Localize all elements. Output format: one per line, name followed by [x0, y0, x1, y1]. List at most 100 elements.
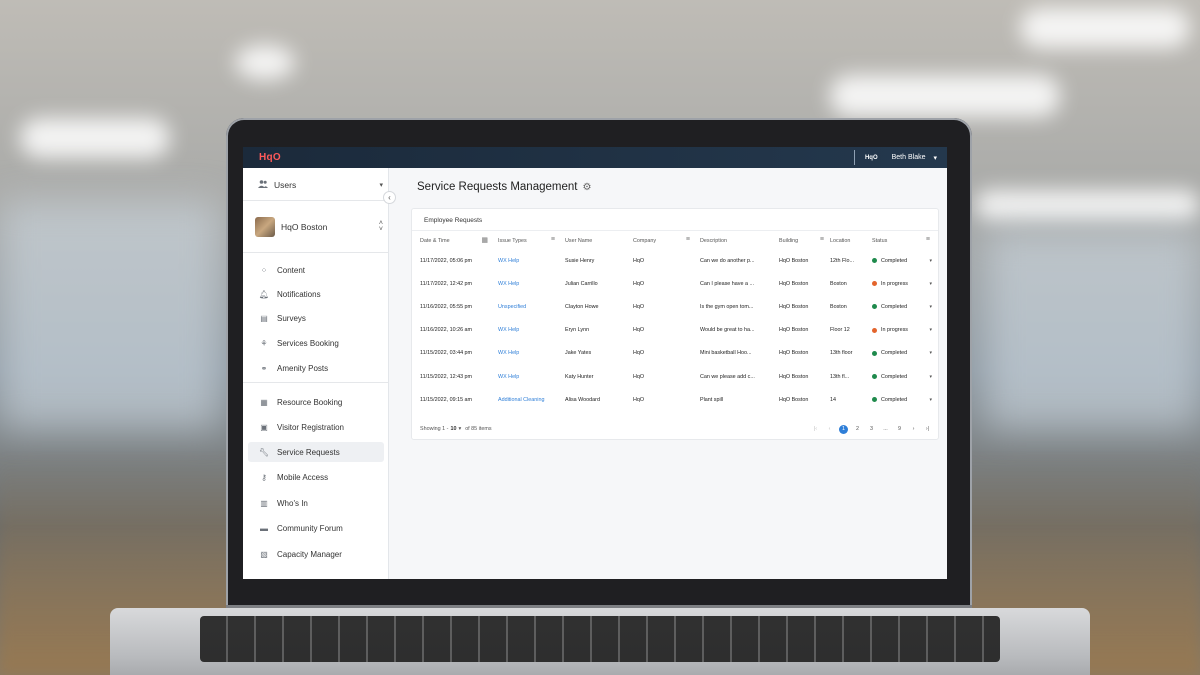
- wrench-icon: 🔧︎: [258, 447, 270, 457]
- main-content: Service Requests Management ⚙ Employee R…: [389, 168, 947, 579]
- sidebar-item-label: Notifications: [277, 289, 321, 299]
- column-label: User Name: [565, 238, 593, 244]
- sidebar: Users ▾ HqO Boston ˄ ˅ ⁘ Content 🔔︎ Notif…: [243, 168, 389, 579]
- table-row[interactable]: 11/15/2022, 12:43 pm WX Help Katy Hunter…: [416, 365, 936, 388]
- sidebar-item-label: Community Forum: [277, 523, 343, 533]
- status-label: In progress: [881, 327, 908, 334]
- cell-status[interactable]: Completed ▾: [868, 388, 936, 411]
- cell-description: Would be great to ha...: [700, 327, 755, 334]
- sidebar-item-services-booking[interactable]: ⚘ Services Booking: [248, 333, 384, 353]
- cell-status[interactable]: In progress ▾: [868, 319, 936, 342]
- sidebar-item-visitor-registration[interactable]: ▣ Visitor Registration: [248, 417, 384, 437]
- sidebar-item-resource-booking[interactable]: ▦ Resource Booking: [248, 392, 384, 412]
- user-name[interactable]: Beth Blake: [892, 154, 926, 161]
- cell-building: HqO Boston: [779, 303, 809, 310]
- cell-status[interactable]: In progress ▾: [868, 272, 936, 295]
- cell-location: Floor 12: [830, 327, 850, 334]
- column-header-building[interactable]: Building ≡: [775, 233, 826, 249]
- users-icon: [258, 180, 268, 190]
- gear-icon[interactable]: ⚙: [582, 182, 591, 193]
- building-selector[interactable]: HqO Boston ˄ ˅: [255, 214, 383, 240]
- chevron-down-icon[interactable]: ▾: [458, 426, 461, 432]
- cell-date: 11/17/2022, 12:42 pm: [420, 280, 473, 287]
- cell-issue-type[interactable]: WX Help: [494, 319, 561, 342]
- table-row[interactable]: 11/16/2022, 05:55 pm Unspecified Clayton…: [416, 295, 936, 318]
- column-header-issue-types[interactable]: Issue Types ≡: [494, 233, 561, 249]
- chevron-down-icon[interactable]: ▾: [929, 258, 932, 264]
- sidebar-item-whos-in[interactable]: ▥ Who's In: [248, 493, 384, 513]
- sidebar-item-mobile-access[interactable]: ⚷ Mobile Access: [248, 467, 384, 487]
- chevron-down-icon[interactable]: ▾: [933, 154, 937, 162]
- sidebar-item-capacity-manager[interactable]: ▧ Capacity Manager: [248, 544, 384, 564]
- next-page-icon[interactable]: ›: [909, 425, 918, 434]
- column-label: Description: [700, 238, 727, 244]
- table-row[interactable]: 11/15/2022, 09:15 am Additional Cleaning…: [416, 388, 936, 411]
- cell-issue-type[interactable]: WX Help: [494, 249, 561, 272]
- divider: [243, 382, 389, 383]
- chevron-down-icon[interactable]: ▾: [929, 350, 932, 356]
- column-header-status[interactable]: Status ≡: [868, 233, 936, 249]
- cell-company: HqO: [633, 373, 645, 380]
- cell-issue-type[interactable]: Additional Cleaning: [494, 388, 561, 411]
- sidebar-item-content[interactable]: ⁘ Content: [248, 260, 384, 280]
- key-icon: ⚷: [261, 472, 267, 482]
- sidebar-item-service-requests[interactable]: 🔧︎ Service Requests: [248, 442, 384, 462]
- grid-icon: ⁘: [260, 265, 268, 275]
- status-label: In progress: [881, 280, 908, 287]
- chevron-down-icon[interactable]: ▾: [929, 327, 932, 333]
- sidebar-item-label: Service Requests: [277, 447, 340, 457]
- cell-issue-type[interactable]: Unspecified: [494, 295, 561, 318]
- filter-icon[interactable]: ≡: [926, 236, 930, 243]
- column-header-user-name[interactable]: User Name: [561, 233, 629, 249]
- cell-status[interactable]: Completed ▾: [868, 295, 936, 318]
- first-page-icon[interactable]: |‹: [811, 425, 820, 434]
- last-page-icon[interactable]: ›|: [923, 425, 932, 434]
- column-label: Building: [779, 238, 799, 244]
- page-size-select[interactable]: 10: [450, 426, 456, 432]
- table-row[interactable]: 11/17/2022, 05:06 pm WX Help Susie Henry…: [416, 249, 936, 272]
- sidebar-item-amenity-posts[interactable]: ⚭ Amenity Posts: [248, 358, 384, 378]
- chevron-down-icon[interactable]: ▾: [929, 281, 932, 287]
- chevron-down-icon[interactable]: ▾: [929, 397, 932, 403]
- cell-issue-type[interactable]: WX Help: [494, 365, 561, 388]
- filter-icon[interactable]: ≡: [820, 236, 824, 243]
- amenity-icon: ⚭: [260, 363, 268, 373]
- cell-issue-type[interactable]: WX Help: [494, 272, 561, 295]
- ceiling-light: [830, 75, 1060, 117]
- page-button[interactable]: 1: [839, 424, 848, 434]
- table-row[interactable]: 11/15/2022, 03:44 pm WX Help Jake Yates …: [416, 342, 936, 365]
- chevron-down-icon[interactable]: ▾: [929, 304, 932, 310]
- hqo-logo[interactable]: HqO: [259, 152, 281, 163]
- page-button[interactable]: 3: [867, 425, 876, 434]
- sidebar-item-surveys[interactable]: ▤ Surveys: [248, 308, 384, 328]
- filter-icon[interactable]: ≡: [551, 236, 555, 243]
- table-row[interactable]: 11/17/2022, 12:42 pm WX Help Julian Carr…: [416, 272, 936, 295]
- table-row[interactable]: 11/16/2022, 10:26 am WX Help Eryn Lynn H…: [416, 319, 936, 342]
- filter-icon[interactable]: ≡: [686, 236, 690, 243]
- users-dropdown[interactable]: Users ▾: [258, 177, 383, 193]
- page-button[interactable]: 9: [895, 425, 904, 434]
- column-header-date[interactable]: Date & Time ▦: [416, 233, 494, 249]
- sidebar-item-notifications[interactable]: 🔔︎ Notifications: [248, 284, 384, 304]
- cell-status[interactable]: Completed ▾: [868, 249, 936, 272]
- column-header-description[interactable]: Description: [696, 233, 775, 249]
- column-header-location[interactable]: Location: [826, 233, 868, 249]
- cell-company: HqO: [633, 280, 645, 287]
- forum-icon: ▬: [260, 523, 268, 533]
- collapse-sidebar-button[interactable]: ‹: [383, 191, 396, 204]
- calendar-icon[interactable]: ▦: [481, 236, 488, 244]
- sidebar-item-label: Surveys: [277, 313, 306, 323]
- cell-issue-type[interactable]: WX Help: [494, 342, 561, 365]
- employee-requests-card: Employee Requests Date & Time ▦ Issue Typ…: [411, 208, 939, 440]
- chevron-down-icon[interactable]: ▾: [929, 374, 932, 380]
- card-title: Employee Requests: [424, 217, 483, 224]
- column-header-company[interactable]: Company ≡: [629, 233, 696, 249]
- status-dot: [872, 258, 877, 264]
- updown-chevron-icon: ˄ ˅: [378, 220, 383, 233]
- prev-page-icon[interactable]: ‹: [825, 425, 834, 434]
- users-label: Users: [274, 180, 297, 190]
- sidebar-item-community-forum[interactable]: ▬ Community Forum: [248, 518, 384, 538]
- cell-status[interactable]: Completed ▾: [868, 365, 936, 388]
- page-button[interactable]: 2: [853, 425, 862, 434]
- cell-status[interactable]: Completed ▾: [868, 342, 936, 365]
